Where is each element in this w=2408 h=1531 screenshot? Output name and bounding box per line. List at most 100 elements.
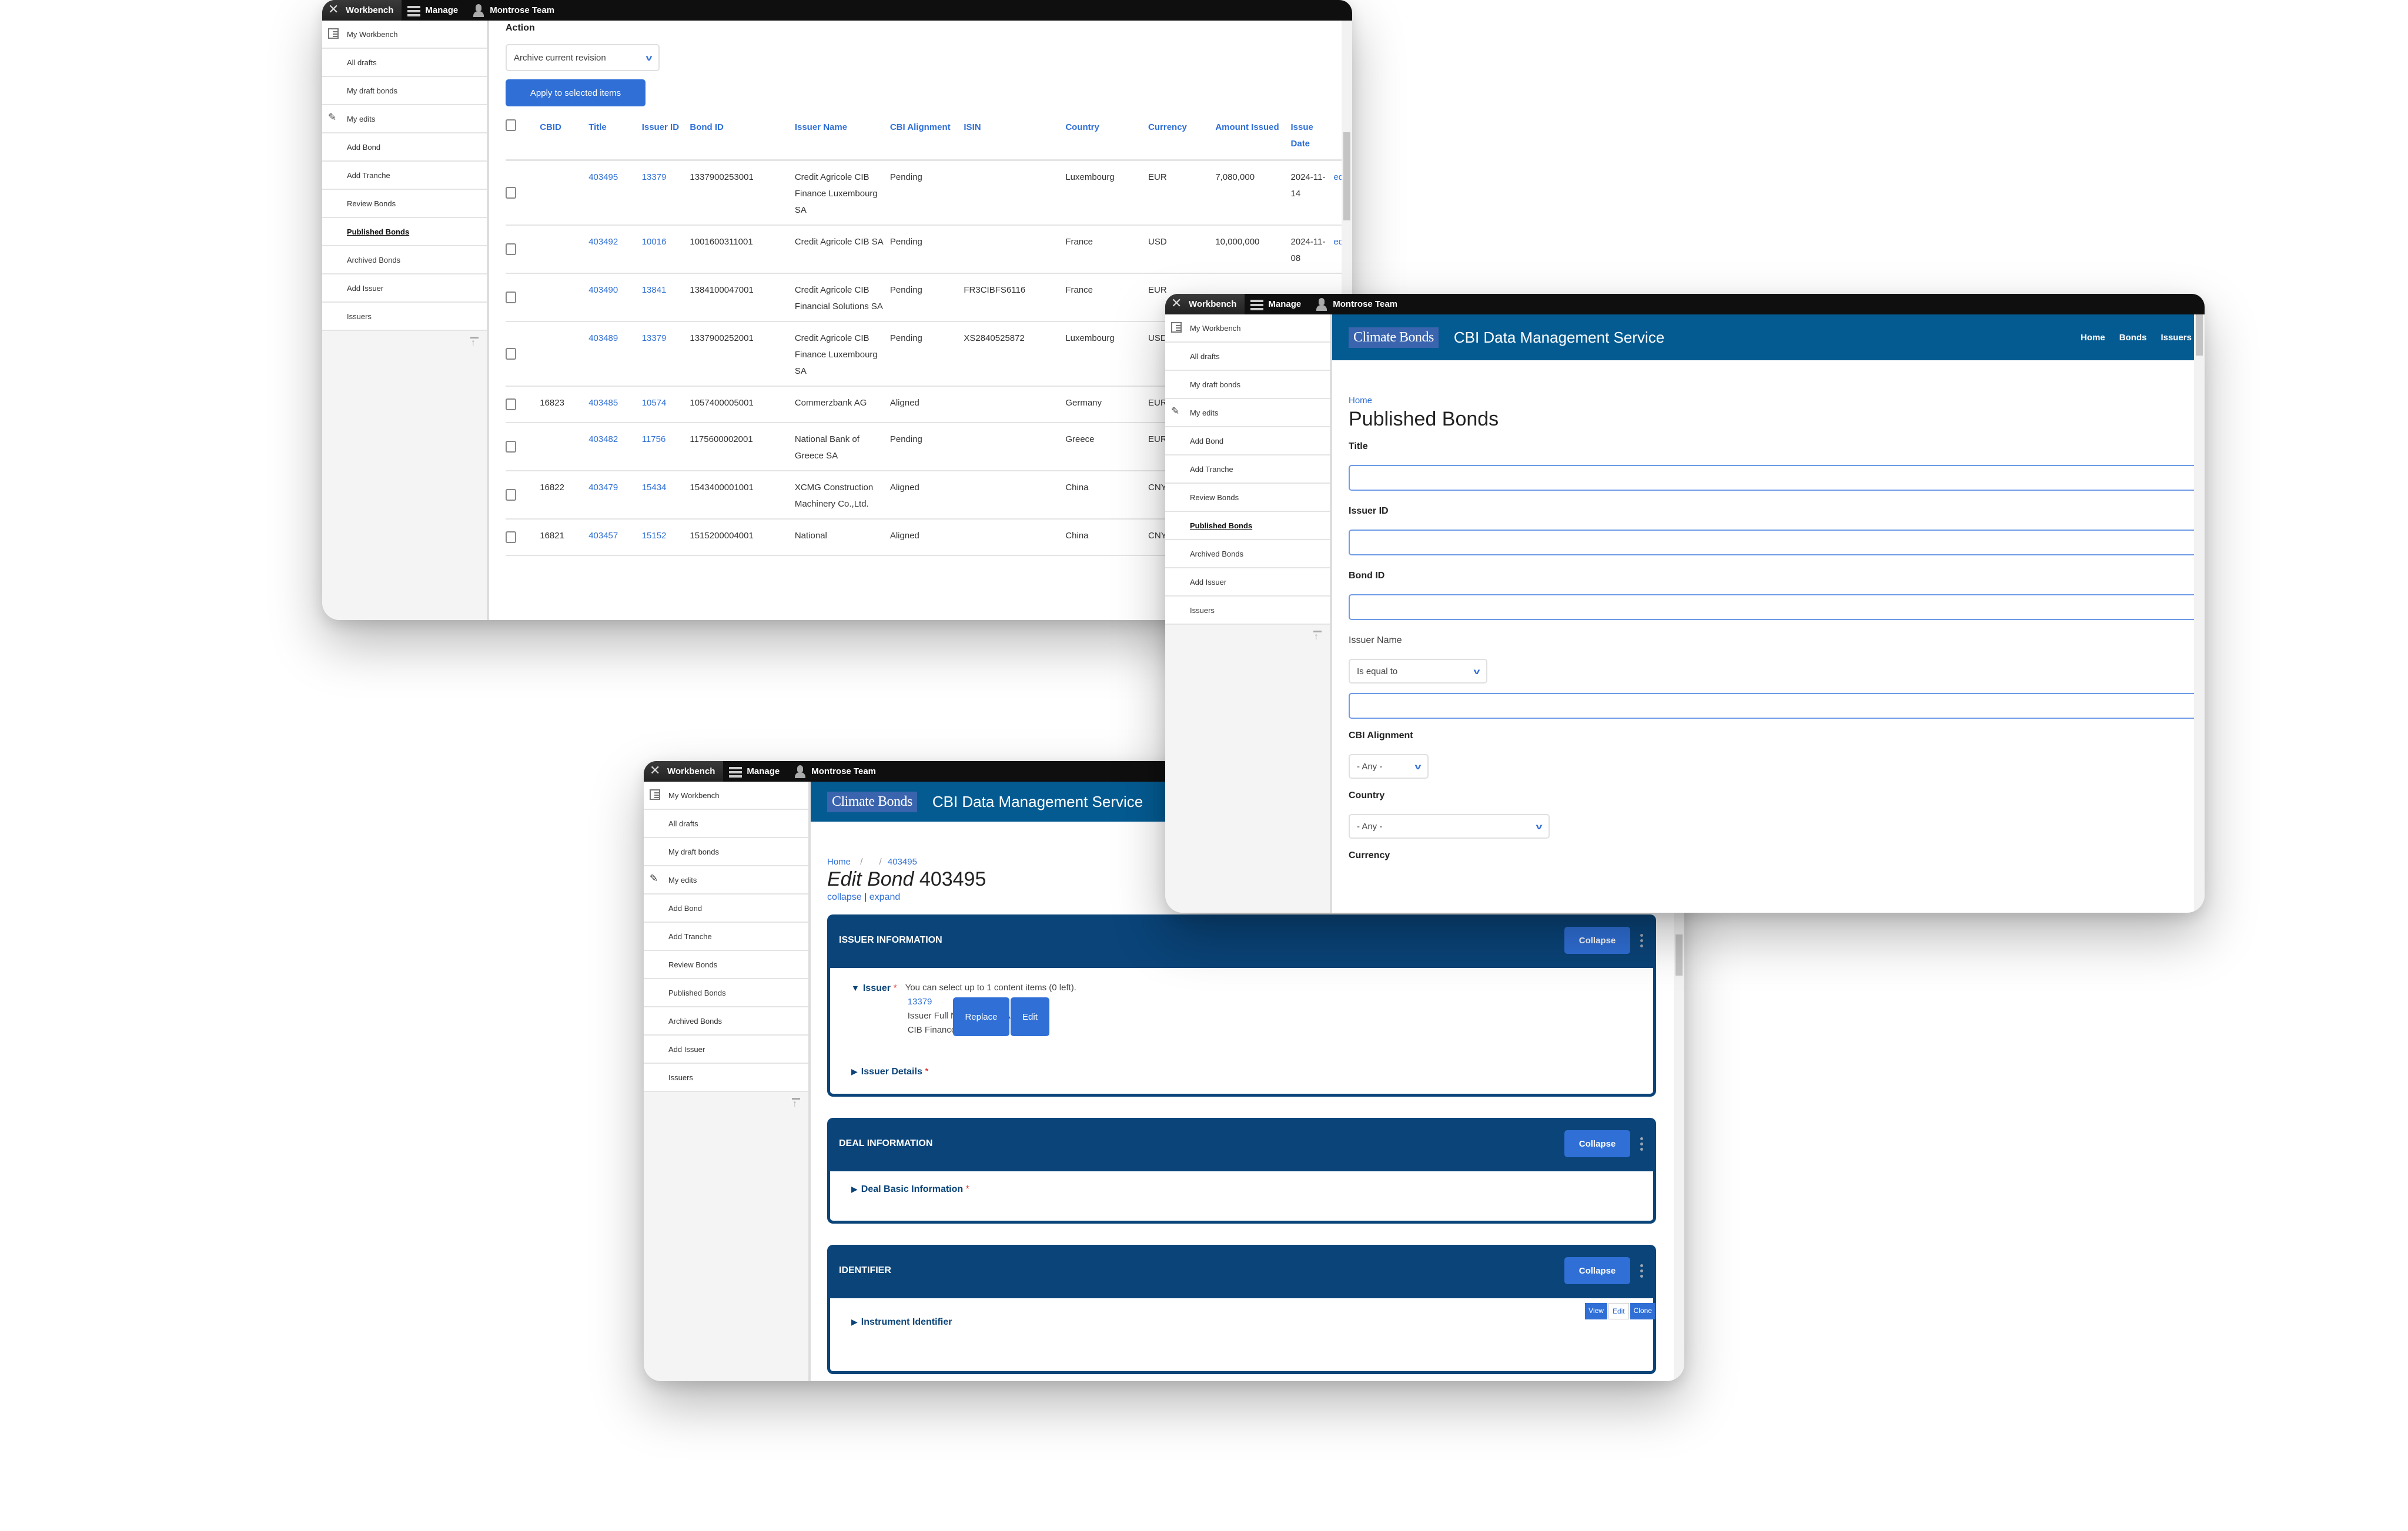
issuer-field-label[interactable]: Issuer xyxy=(863,983,891,993)
deal-basic-info-toggle[interactable]: Deal Basic Information xyxy=(861,1184,963,1194)
climate-bonds-logo[interactable]: Climate Bonds xyxy=(1349,327,1439,348)
column-header[interactable]: Bond ID xyxy=(690,117,795,161)
sidebar-item-my-draft-bonds[interactable]: My draft bonds xyxy=(322,77,487,105)
cell-issuer-id[interactable]: 13379 xyxy=(642,172,667,182)
sidebar-item-published-bonds[interactable]: Published Bonds xyxy=(1165,512,1330,540)
kebab-menu-icon[interactable] xyxy=(1636,1137,1647,1151)
row-checkbox[interactable] xyxy=(506,187,516,199)
apply-button[interactable]: Apply to selected items xyxy=(506,79,646,106)
toolbar-user[interactable]: Montrose Team xyxy=(1309,294,1406,314)
sidebar-item-issuers[interactable]: Issuers xyxy=(322,303,487,331)
cell-title[interactable]: 403482 xyxy=(588,434,618,444)
issuer-id-filter-input[interactable] xyxy=(1349,530,2205,555)
triangle-down-icon[interactable]: ▼ xyxy=(851,983,859,993)
collapse-button[interactable]: Collapse xyxy=(1564,1257,1630,1284)
column-header[interactable]: Amount Issued xyxy=(1215,117,1291,161)
kebab-menu-icon[interactable] xyxy=(1636,1264,1647,1278)
sidebar-item-add-bond[interactable]: Add Bond xyxy=(1165,427,1330,455)
cell-title[interactable]: 403492 xyxy=(588,237,618,247)
row-checkbox[interactable] xyxy=(506,348,516,360)
vertical-scrollbar[interactable] xyxy=(2194,314,2205,913)
breadcrumb-home[interactable]: Home xyxy=(827,857,851,867)
expand-all-link[interactable]: expand xyxy=(869,892,901,902)
sidebar-item-add-bond[interactable]: Add Bond xyxy=(644,895,808,923)
action-select[interactable]: Archive current revision v xyxy=(506,44,660,71)
sidebar-item-review-bonds[interactable]: Review Bonds xyxy=(322,190,487,218)
cell-title[interactable]: 403479 xyxy=(588,483,618,493)
triangle-right-icon[interactable]: ▶ xyxy=(851,1184,858,1194)
sidebar-item-published-bonds[interactable]: Published Bonds xyxy=(644,979,808,1007)
instrument-identifier-toggle[interactable]: Instrument Identifier xyxy=(861,1317,952,1327)
issuer-id-link[interactable]: 13379 xyxy=(908,997,932,1007)
nav-bonds[interactable]: Bonds xyxy=(2119,333,2147,343)
sidebar-item-my-edits[interactable]: My edits xyxy=(1165,399,1330,427)
triangle-right-icon[interactable]: ▶ xyxy=(851,1067,858,1076)
sidebar-item-all-drafts[interactable]: All drafts xyxy=(322,49,487,77)
climate-bonds-logo[interactable]: Climate Bonds xyxy=(827,791,917,812)
sidebar-item-issuers[interactable]: Issuers xyxy=(644,1064,808,1092)
sidebar-item-all-drafts[interactable]: All drafts xyxy=(1165,343,1330,371)
issuer-name-filter-input[interactable] xyxy=(1349,693,2205,719)
replace-button[interactable]: Replace xyxy=(952,997,1009,1036)
sidebar-item-archived-bonds[interactable]: Archived Bonds xyxy=(644,1007,808,1036)
sidebar-item-add-issuer[interactable]: Add Issuer xyxy=(1165,568,1330,597)
sidebar-item-all-drafts[interactable]: All drafts xyxy=(644,810,808,838)
toolbar-workbench[interactable]: Workbench xyxy=(644,761,724,782)
nav-issuers[interactable]: Issuers xyxy=(2160,333,2192,343)
collapse-button[interactable]: Collapse xyxy=(1564,927,1630,954)
sidebar-collapse-icon[interactable] xyxy=(792,1098,800,1112)
alignment-filter-select[interactable]: - Any - v xyxy=(1349,754,1429,779)
scrollbar-thumb[interactable] xyxy=(1343,132,1350,220)
column-header[interactable]: Country xyxy=(1065,117,1149,161)
sidebar-item-review-bonds[interactable]: Review Bonds xyxy=(644,951,808,979)
column-header[interactable]: CBI Alignment xyxy=(889,117,964,161)
sidebar-item-my-edits[interactable]: My edits xyxy=(322,105,487,133)
sidebar-item-published-bonds[interactable]: Published Bonds xyxy=(322,218,487,246)
view-button[interactable]: View xyxy=(1585,1303,1607,1319)
breadcrumb-home[interactable]: Home xyxy=(1349,396,2205,406)
cell-title[interactable]: 403485 xyxy=(588,398,618,408)
collapse-all-link[interactable]: collapse xyxy=(827,892,862,902)
cell-issuer-id[interactable]: 13379 xyxy=(642,333,667,343)
row-checkbox[interactable] xyxy=(506,531,516,543)
title-filter-input[interactable] xyxy=(1349,465,2205,491)
sidebar-item-my-workbench[interactable]: My Workbench xyxy=(1165,314,1330,343)
cell-title[interactable]: 403495 xyxy=(588,172,618,182)
cell-title[interactable]: 403489 xyxy=(588,333,618,343)
column-header[interactable]: Issuer Name xyxy=(794,117,890,161)
sidebar-item-archived-bonds[interactable]: Archived Bonds xyxy=(1165,540,1330,568)
cell-title[interactable]: 403490 xyxy=(588,285,618,295)
sidebar-item-review-bonds[interactable]: Review Bonds xyxy=(1165,484,1330,512)
row-checkbox[interactable] xyxy=(506,441,516,453)
triangle-right-icon[interactable]: ▶ xyxy=(851,1317,858,1326)
collapse-button[interactable]: Collapse xyxy=(1564,1130,1630,1157)
sidebar-item-add-bond[interactable]: Add Bond xyxy=(322,133,487,162)
sidebar-item-my-edits[interactable]: My edits xyxy=(644,866,808,895)
column-header[interactable]: ISIN xyxy=(964,117,1066,161)
cell-issuer-id[interactable]: 11756 xyxy=(642,434,666,444)
column-header[interactable]: Currency xyxy=(1148,117,1216,161)
sidebar-item-add-tranche[interactable]: Add Tranche xyxy=(644,923,808,951)
cell-issuer-id[interactable]: 10574 xyxy=(642,398,667,408)
issuer-details-toggle[interactable]: Issuer Details xyxy=(861,1067,922,1077)
sidebar-item-archived-bonds[interactable]: Archived Bonds xyxy=(322,246,487,274)
sidebar-item-add-issuer[interactable]: Add Issuer xyxy=(322,274,487,303)
sidebar-item-add-tranche[interactable]: Add Tranche xyxy=(1165,455,1330,484)
select-all-checkbox[interactable] xyxy=(506,119,516,131)
sidebar-item-my-workbench[interactable]: My Workbench xyxy=(644,782,808,810)
edit-button[interactable]: Edit xyxy=(1608,1303,1629,1319)
bond-id-filter-input[interactable] xyxy=(1349,594,2205,620)
cell-title[interactable]: 403457 xyxy=(588,531,618,541)
sidebar-item-my-draft-bonds[interactable]: My draft bonds xyxy=(644,838,808,866)
column-header[interactable]: Title xyxy=(588,117,642,161)
cell-issuer-id[interactable]: 10016 xyxy=(642,237,667,247)
kebab-menu-icon[interactable] xyxy=(1636,933,1647,947)
edit-issuer-button[interactable]: Edit xyxy=(1010,997,1049,1036)
toolbar-manage[interactable]: Manage xyxy=(1245,294,1309,314)
toolbar-manage[interactable]: Manage xyxy=(402,0,466,21)
clone-button[interactable]: Clone xyxy=(1630,1303,1656,1319)
breadcrumb-bond-id[interactable]: 403495 xyxy=(888,857,917,867)
issuer-name-operator-select[interactable]: Is equal to v xyxy=(1349,659,1487,684)
cell-issuer-id[interactable]: 15152 xyxy=(642,531,667,541)
sidebar-collapse-icon[interactable] xyxy=(470,337,479,351)
